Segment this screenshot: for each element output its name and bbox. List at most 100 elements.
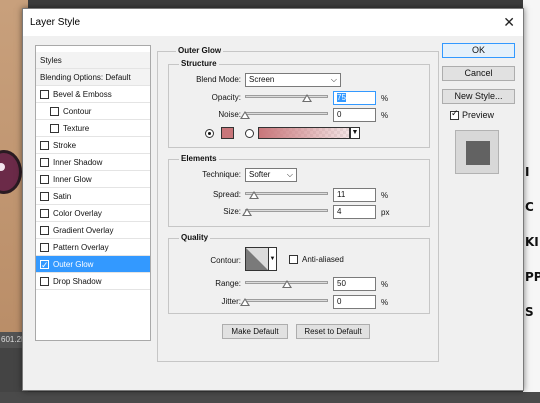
- comic-letter: PP: [525, 270, 540, 284]
- new-style-button[interactable]: New Style...: [442, 89, 515, 104]
- style-item-label: Inner Glow: [53, 175, 92, 184]
- spread-slider[interactable]: [245, 190, 328, 199]
- noise-unit: %: [381, 111, 389, 120]
- size-label: Size:: [223, 207, 241, 216]
- slider-thumb[interactable]: [240, 298, 250, 306]
- style-item-styles[interactable]: Styles: [36, 52, 150, 69]
- cancel-button[interactable]: Cancel: [442, 66, 515, 81]
- style-preview-thumbnail: [455, 130, 499, 174]
- style-checkbox[interactable]: [40, 277, 49, 286]
- style-item-texture[interactable]: Texture: [36, 120, 150, 137]
- solid-color-radio[interactable]: [205, 129, 214, 138]
- technique-label: Technique:: [202, 170, 241, 179]
- style-item-satin[interactable]: Satin: [36, 188, 150, 205]
- range-input[interactable]: 50: [333, 277, 376, 291]
- chevron-down-icon[interactable]: ▼: [350, 127, 360, 139]
- canvas-right-strip: I C KI PP S: [523, 0, 540, 403]
- size-slider[interactable]: [241, 207, 328, 216]
- outer-glow-title: Outer Glow: [176, 46, 224, 55]
- comic-letter: C: [525, 200, 534, 214]
- noise-label: Noise:: [218, 110, 241, 119]
- app-bottom-bar: [0, 392, 540, 403]
- style-item-label: Stroke: [53, 141, 77, 150]
- style-item-inner-glow[interactable]: Inner Glow: [36, 171, 150, 188]
- style-checkbox[interactable]: [40, 90, 49, 99]
- opacity-unit: %: [381, 94, 389, 103]
- spread-unit: %: [381, 191, 389, 200]
- reset-to-default-button[interactable]: Reset to Default: [296, 324, 370, 339]
- slider-thumb[interactable]: [249, 191, 260, 199]
- elements-group: Elements Technique: Softer ⌵ Spread: 11 …: [168, 154, 430, 227]
- style-item-gradient-overlay[interactable]: Gradient Overlay: [36, 222, 150, 239]
- style-checkbox[interactable]: [40, 192, 49, 201]
- slider-track: [245, 95, 328, 98]
- preview-checkbox[interactable]: [450, 108, 459, 120]
- jitter-slider[interactable]: [240, 297, 328, 306]
- style-item-bevel-emboss[interactable]: Bevel & Emboss: [36, 86, 150, 103]
- dialog-title: Layer Style: [30, 17, 81, 28]
- style-item-label: Pattern Overlay: [53, 243, 109, 252]
- chevron-down-icon[interactable]: ▼: [269, 247, 277, 271]
- opacity-value: 75: [337, 93, 346, 102]
- chevron-down-icon: ⌵: [286, 170, 293, 179]
- style-item-label: Bevel & Emboss: [53, 90, 112, 99]
- style-checkbox[interactable]: [40, 209, 49, 218]
- layer-style-dialog: Layer Style ✕ Styles Blending Options: De…: [22, 8, 524, 391]
- glow-color-swatch[interactable]: [221, 127, 234, 139]
- style-item-pattern-overlay[interactable]: Pattern Overlay: [36, 239, 150, 256]
- style-item-label: Contour: [63, 107, 92, 116]
- contour-thumbnail[interactable]: [245, 247, 269, 271]
- range-slider[interactable]: [245, 279, 328, 288]
- contour-label: Contour:: [210, 256, 241, 265]
- noise-slider[interactable]: [240, 110, 328, 119]
- style-checkbox[interactable]: [40, 257, 49, 274]
- technique-select[interactable]: Softer ⌵: [245, 168, 297, 182]
- close-icon[interactable]: ✕: [503, 14, 515, 31]
- noise-input[interactable]: 0: [333, 108, 376, 122]
- style-item-label: Styles: [40, 56, 62, 65]
- style-item-label: Inner Shadow: [53, 158, 103, 167]
- slider-thumb[interactable]: [240, 111, 250, 119]
- slider-track: [245, 299, 328, 302]
- style-item-label: Outer Glow: [53, 260, 94, 269]
- style-item-inner-shadow[interactable]: Inner Shadow: [36, 154, 150, 171]
- blend-mode-select[interactable]: Screen ⌵: [245, 73, 341, 87]
- style-item-color-overlay[interactable]: Color Overlay: [36, 205, 150, 222]
- slider-thumb[interactable]: [302, 94, 313, 102]
- spread-input[interactable]: 11: [333, 188, 376, 202]
- style-checkbox[interactable]: [50, 107, 59, 116]
- ok-button[interactable]: OK: [442, 43, 515, 58]
- opacity-slider[interactable]: [245, 93, 328, 102]
- make-default-button[interactable]: Make Default: [222, 324, 288, 339]
- style-item-contour[interactable]: Contour: [36, 103, 150, 120]
- jitter-unit: %: [381, 298, 389, 307]
- styles-list: Styles Blending Options: Default Bevel & E…: [35, 45, 151, 341]
- glow-gradient-picker[interactable]: [258, 127, 350, 139]
- style-item-label: Texture: [63, 124, 90, 133]
- style-item-drop-shadow[interactable]: Drop Shadow: [36, 273, 150, 290]
- style-item-outer-glow[interactable]: Outer Glow: [36, 256, 150, 274]
- gradient-radio[interactable]: [245, 129, 254, 138]
- style-checkbox[interactable]: [40, 141, 49, 150]
- style-item-stroke[interactable]: Stroke: [36, 137, 150, 154]
- style-checkbox[interactable]: [40, 175, 49, 184]
- anti-aliased-checkbox[interactable]: [289, 255, 298, 264]
- blend-mode-label: Blend Mode:: [196, 75, 241, 84]
- style-item-label: Color Overlay: [53, 209, 102, 218]
- style-checkbox[interactable]: [40, 226, 49, 235]
- comic-letter: KI: [525, 235, 539, 249]
- style-checkbox[interactable]: [40, 243, 49, 252]
- style-item-blending-options-default[interactable]: Blending Options: Default: [36, 69, 150, 86]
- style-checkbox[interactable]: [50, 124, 59, 133]
- blend-mode-value: Screen: [249, 75, 275, 84]
- slider-thumb[interactable]: [241, 208, 252, 216]
- technique-value: Softer: [249, 170, 271, 179]
- style-item-label: Satin: [53, 192, 72, 201]
- jitter-input[interactable]: 0: [333, 295, 376, 309]
- size-input[interactable]: 4: [333, 205, 376, 219]
- chevron-down-icon: ⌵: [330, 75, 337, 84]
- slider-thumb[interactable]: [281, 280, 292, 288]
- opacity-input[interactable]: 75: [333, 91, 376, 105]
- style-checkbox[interactable]: [40, 158, 49, 167]
- preview-square: [466, 141, 490, 165]
